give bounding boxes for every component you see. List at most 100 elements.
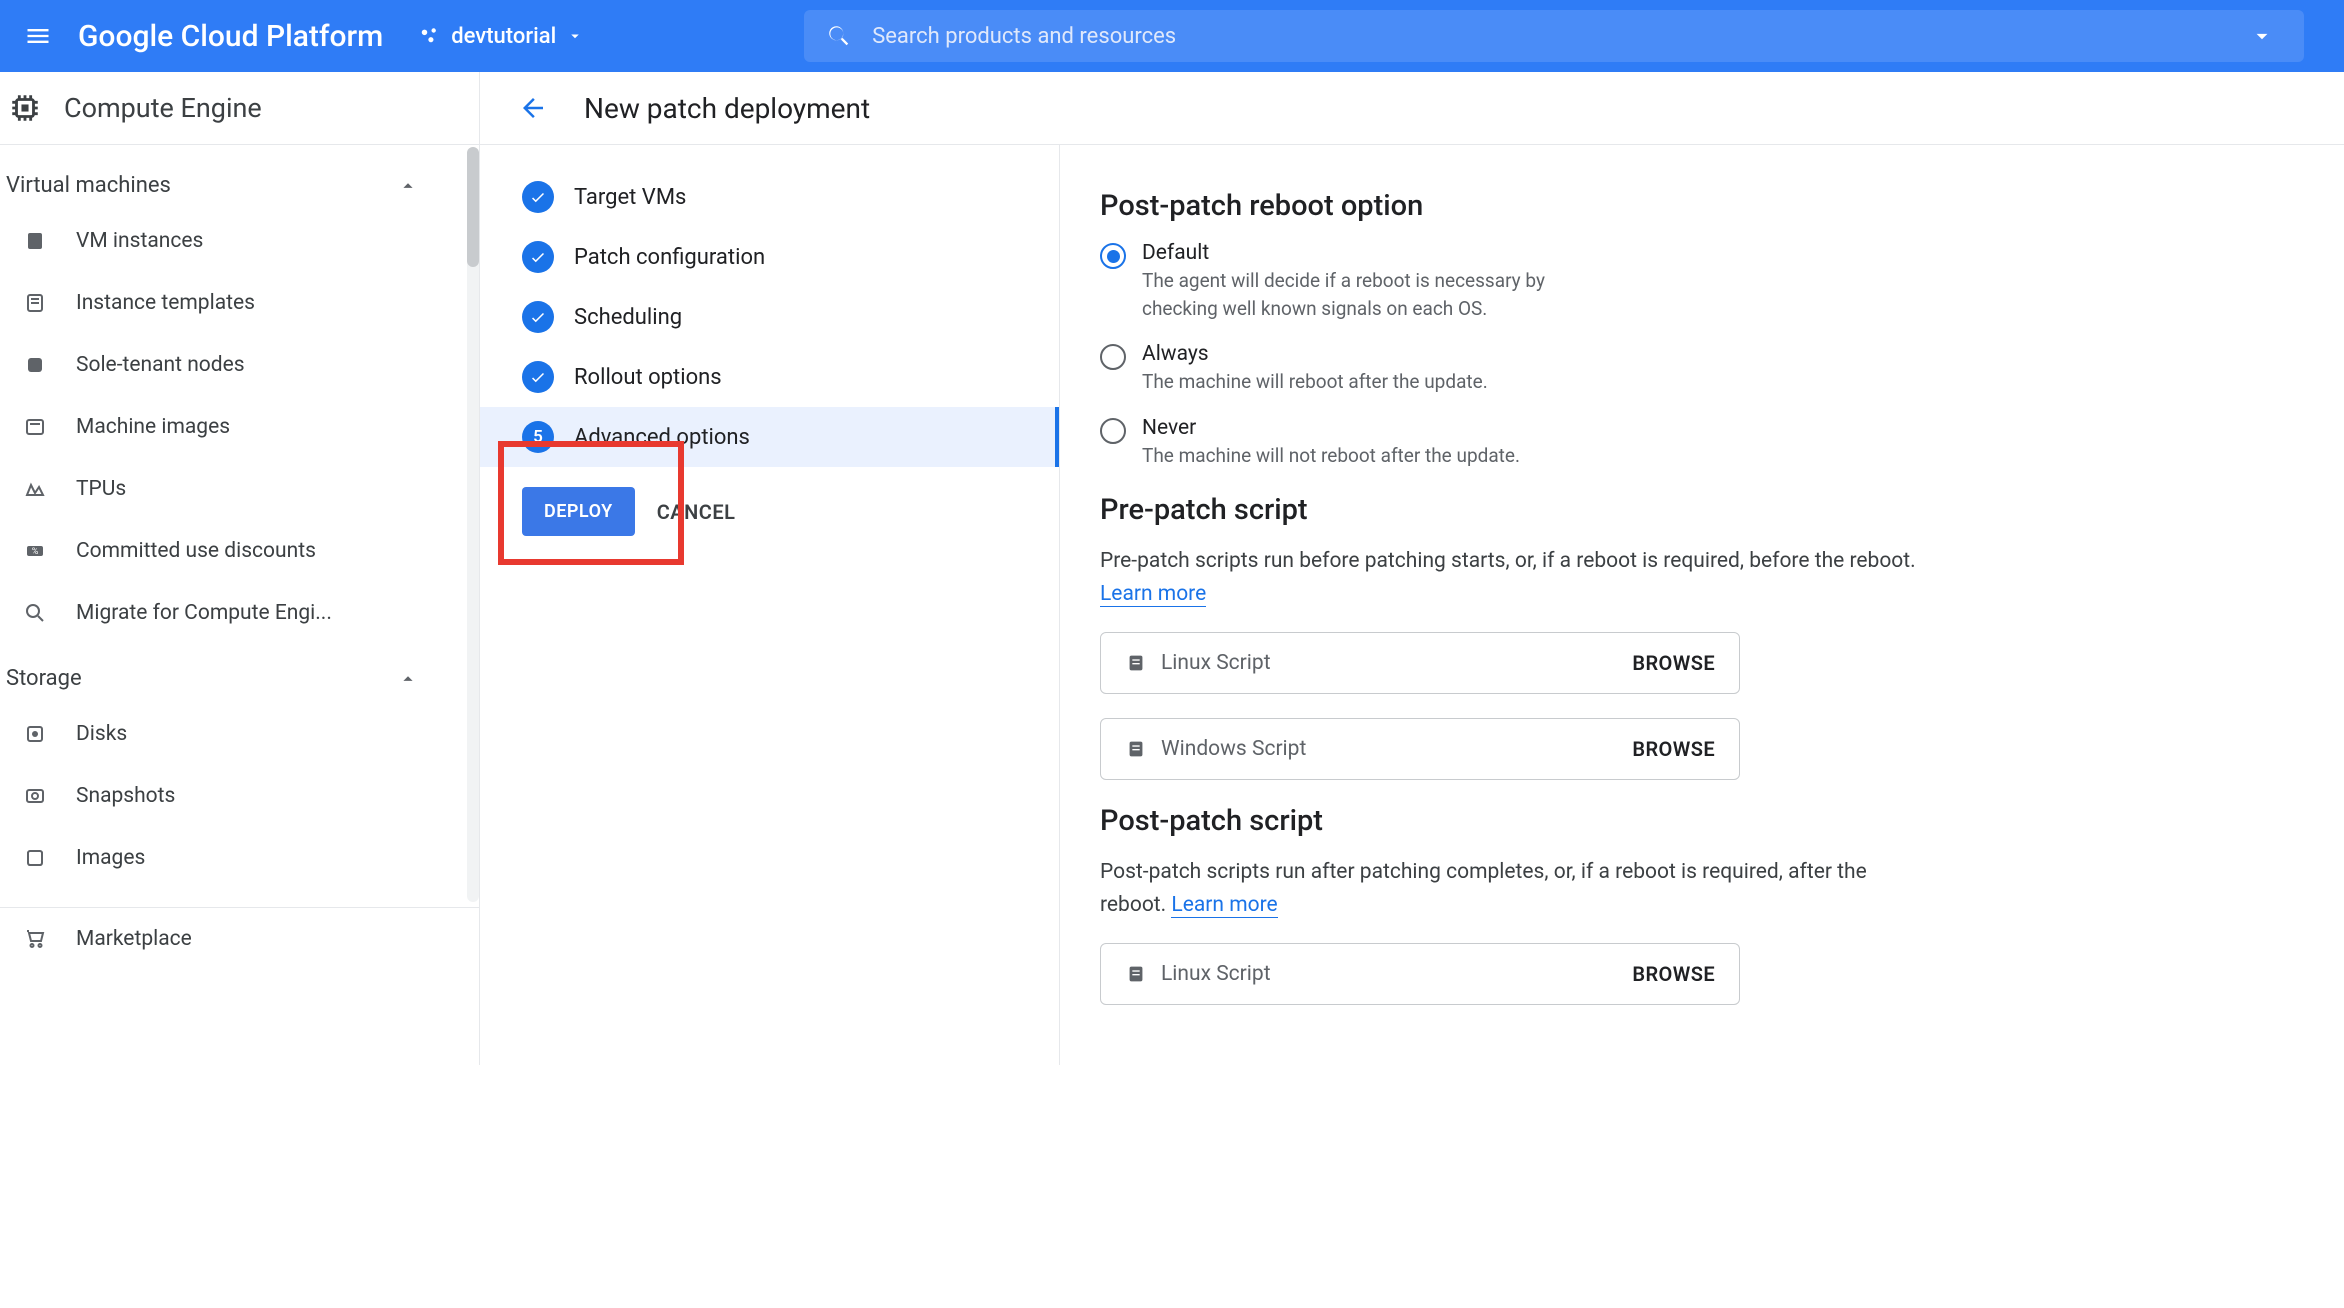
sidebar-item-migrate[interactable]: Migrate for Compute Engi...: [0, 582, 479, 644]
sidebar-item-label: TPUs: [76, 477, 126, 501]
radio-description: The machine will reboot after the update…: [1142, 368, 1488, 396]
cancel-button[interactable]: CANCEL: [657, 500, 736, 524]
step-complete-icon: [522, 241, 554, 273]
sidebar-item-disks[interactable]: Disks: [0, 703, 479, 765]
reboot-option-default[interactable]: Default The agent will decide if a reboo…: [1100, 241, 1920, 322]
sidebar-item-tpus[interactable]: TPUs: [0, 458, 479, 520]
radio-default[interactable]: [1100, 243, 1126, 269]
reboot-option-never[interactable]: Never The machine will not reboot after …: [1100, 416, 1920, 470]
content: Target VMs Patch configuration Schedulin…: [480, 145, 2344, 1065]
pre-windows-script-input[interactable]: Windows Script BROWSE: [1100, 718, 1740, 780]
magnify-icon: [22, 600, 48, 626]
svg-text:%: %: [32, 547, 39, 557]
sidebar-item-label: Marketplace: [76, 927, 192, 951]
tpu-icon: [22, 476, 48, 502]
sidebar-section-label: Storage: [6, 666, 82, 691]
disk-icon: [22, 721, 48, 747]
sidebar-item-images[interactable]: Images: [0, 827, 479, 889]
sidebar-item-marketplace[interactable]: Marketplace: [0, 908, 479, 970]
project-icon: [419, 25, 441, 47]
gcp-logo[interactable]: Google Cloud Platform: [78, 19, 383, 54]
sidebar-item-label: Machine images: [76, 415, 230, 439]
sidebar-item-committed-discounts[interactable]: % Committed use discounts: [0, 520, 479, 582]
script-file-icon: [1125, 652, 1147, 674]
browse-button[interactable]: BROWSE: [1632, 737, 1715, 761]
left-sidebar: Virtual machines VM instances Instance t…: [0, 145, 480, 1065]
back-button[interactable]: [516, 91, 550, 125]
step-label: Patch configuration: [574, 245, 765, 270]
radio-label: Default: [1142, 241, 1582, 265]
page-header: New patch deployment: [480, 72, 870, 144]
browse-button[interactable]: BROWSE: [1632, 651, 1715, 675]
sidebar-item-machine-images[interactable]: Machine images: [0, 396, 479, 458]
sidebar-section-storage[interactable]: Storage: [0, 654, 479, 703]
main: Virtual machines VM instances Instance t…: [0, 145, 2344, 1065]
stepper-column: Target VMs Patch configuration Schedulin…: [480, 145, 1060, 1065]
pre-script-body-text: Pre-patch scripts run before patching st…: [1100, 549, 1916, 573]
sidebar-item-label: VM instances: [76, 229, 203, 253]
sidebar-section-label: Virtual machines: [6, 173, 171, 198]
pre-script-section-title: Pre-patch script: [1100, 493, 1920, 527]
images-icon: [22, 845, 48, 871]
chevron-up-icon: [397, 175, 419, 197]
pre-script-description: Pre-patch scripts run before patching st…: [1100, 545, 1920, 610]
browse-button[interactable]: BROWSE: [1632, 962, 1715, 986]
script-file-icon: [1125, 963, 1147, 985]
search-bar[interactable]: [804, 10, 2304, 62]
image-icon: [22, 414, 48, 440]
hamburger-icon: [24, 22, 52, 50]
sidebar-item-label: Sole-tenant nodes: [76, 353, 245, 377]
sidebar-item-label: Committed use discounts: [76, 539, 316, 563]
step-actions: DEPLOY CANCEL: [522, 487, 1059, 536]
search-input[interactable]: [872, 24, 2222, 49]
sidebar-section-vms[interactable]: Virtual machines: [0, 161, 479, 210]
snapshot-icon: [22, 783, 48, 809]
script-file-icon: [1125, 738, 1147, 760]
script-box-label: Linux Script: [1161, 962, 1271, 986]
step-label: Target VMs: [574, 185, 686, 210]
scrollbar-thumb[interactable]: [467, 147, 479, 267]
nav-menu-button[interactable]: [20, 18, 56, 54]
project-name: devtutorial: [451, 24, 556, 49]
radio-label: Always: [1142, 342, 1488, 366]
post-script-description: Post-patch scripts run after patching co…: [1100, 856, 1920, 921]
sidebar-item-instance-templates[interactable]: Instance templates: [0, 272, 479, 334]
radio-never[interactable]: [1100, 418, 1126, 444]
step-label: Scheduling: [574, 305, 682, 330]
step-rollout-options[interactable]: Rollout options: [480, 347, 1059, 407]
top-bar: Google Cloud Platform devtutorial: [0, 0, 2344, 72]
pre-linux-script-input[interactable]: Linux Script BROWSE: [1100, 632, 1740, 694]
search-expand-button[interactable]: [2242, 23, 2282, 49]
step-advanced-options[interactable]: 5 Advanced options: [480, 407, 1059, 467]
sidebar-item-label: Instance templates: [76, 291, 255, 315]
step-scheduling[interactable]: Scheduling: [480, 287, 1059, 347]
learn-more-link[interactable]: Learn more: [1171, 893, 1277, 918]
post-linux-script-input[interactable]: Linux Script BROWSE: [1100, 943, 1740, 1005]
script-box-label: Linux Script: [1161, 651, 1271, 675]
step-complete-icon: [522, 181, 554, 213]
search-icon: [826, 23, 852, 49]
radio-always[interactable]: [1100, 344, 1126, 370]
deploy-button[interactable]: DEPLOY: [522, 487, 635, 536]
radio-description: The agent will decide if a reboot is nec…: [1142, 267, 1582, 322]
project-selector[interactable]: devtutorial: [419, 24, 584, 49]
sidebar-item-sole-tenant[interactable]: Sole-tenant nodes: [0, 334, 479, 396]
sidebar-item-vm-instances[interactable]: VM instances: [0, 210, 479, 272]
reboot-option-always[interactable]: Always The machine will reboot after the…: [1100, 342, 1920, 396]
reboot-section-title: Post-patch reboot option: [1100, 189, 1920, 223]
step-target-vms[interactable]: Target VMs: [480, 167, 1059, 227]
product-header: Compute Engine: [0, 72, 480, 144]
vm-icon: [22, 228, 48, 254]
learn-more-link[interactable]: Learn more: [1100, 582, 1206, 607]
sidebar-item-label: Migrate for Compute Engi...: [76, 601, 332, 625]
sidebar-item-label: Images: [76, 846, 145, 870]
step-patch-configuration[interactable]: Patch configuration: [480, 227, 1059, 287]
form-column: Post-patch reboot option Default The age…: [1060, 145, 1960, 1065]
sidebar-item-snapshots[interactable]: Snapshots: [0, 765, 479, 827]
step-complete-icon: [522, 361, 554, 393]
caret-down-icon: [566, 27, 584, 45]
node-icon: [22, 352, 48, 378]
chevron-down-icon: [2249, 23, 2275, 49]
sidebar-item-label: Disks: [76, 722, 127, 746]
sub-header: Compute Engine New patch deployment: [0, 72, 2344, 145]
